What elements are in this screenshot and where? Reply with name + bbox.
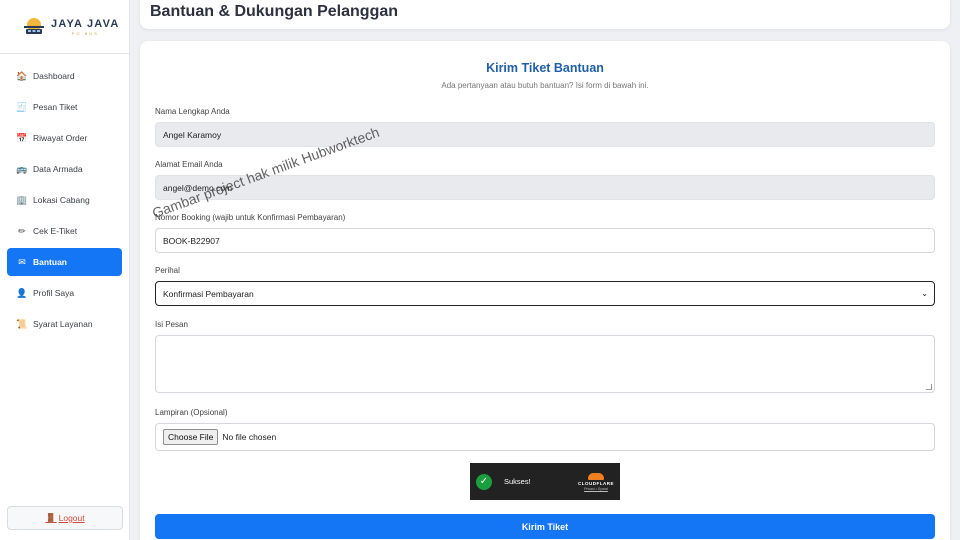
booking-number-input[interactable]: BOOK-B22907 [155,228,935,253]
logout-label: Logout [58,513,85,523]
sidebar-item-riwayat-order[interactable]: 📅 Riwayat Order [7,124,122,152]
calendar-icon: 📅 [16,132,28,143]
sidebar-item-label: Riwayat Order [33,133,88,143]
sidebar-item-data-armada[interactable]: 🚌 Data Armada [7,155,122,183]
file-status: No file chosen [222,432,277,442]
name-field[interactable]: Angel Karamoy [155,122,935,147]
sidebar-item-syarat-layanan[interactable]: 📜 Syarat Layanan [7,310,122,338]
message-label: Isi Pesan [155,320,188,329]
sidebar-item-lokasi-cabang[interactable]: 🏢 Lokasi Cabang [7,186,122,214]
sidebar-item-label: Syarat Layanan [33,319,93,329]
sidebar-item-dashboard[interactable]: 🏠 Dashboard [7,62,122,90]
chevron-down-icon: ⌄ [921,289,928,298]
ticket-icon: 🧾 [16,101,28,112]
email-label: Alamat Email Anda [155,160,223,169]
user-icon: 👤 [16,287,28,298]
sidebar-item-pesan-tiket[interactable]: 🧾 Pesan Tiket [7,93,122,121]
attachment-input[interactable]: Choose File No file chosen [155,423,935,451]
captcha-status: Sukses! [504,477,531,486]
cloudflare-captcha[interactable]: ✓ Sukses! CLOUDFLARE Privasi • Syarat [470,463,620,500]
sidebar-item-cek-e-tiket[interactable]: ✏ Cek E-Tiket [7,217,122,245]
sidebar-item-label: Profil Saya [33,288,75,298]
pen-icon: ✏ [18,225,26,236]
name-label: Nama Lengkap Anda [155,107,230,116]
sidebar-item-label: Dashboard [33,71,75,81]
sidebar: JAYA JAVA PO BUS 🏠 Dashboard 🧾 Pesan Tiket 📅… [0,0,130,540]
logout-button[interactable]: 🚪 Logout [7,506,123,530]
subject-label: Perihal [155,266,180,275]
sidebar-item-label: Pesan Tiket [33,102,78,112]
email-field[interactable]: angel@demo.com [155,175,935,200]
check-icon: ✓ [476,473,492,490]
subject-select[interactable]: Konfirmasi Pembayaran ⌄ [155,281,935,306]
support-form-card: Kirim Tiket Bantuan Ada pertanyaan atau … [140,41,950,540]
cloud-icon [588,472,604,480]
sidebar-item-profil-saya[interactable]: 👤 Profil Saya [7,279,122,307]
brand-logo[interactable]: JAYA JAVA PO BUS [0,0,129,54]
bus-logo-icon [22,16,46,38]
captcha-links[interactable]: Privasi • Syarat [584,487,608,491]
form-title: Kirim Tiket Bantuan [486,61,604,75]
sidebar-item-label: Data Armada [33,164,83,174]
brand-subtitle: PO BUS [71,30,99,36]
cloudflare-logo: CLOUDFLARE Privasi • Syarat [578,472,614,491]
sidebar-item-label: Bantuan [33,257,67,267]
bus-icon: 🚌 [16,163,28,174]
sidebar-item-label: Lokasi Cabang [33,195,90,205]
sidebar-item-label: Cek E-Tiket [33,226,78,236]
building-icon: 🏢 [16,194,28,205]
sidebar-nav: 🏠 Dashboard 🧾 Pesan Tiket 📅 Riwayat Order 🚌 Dat… [0,62,129,338]
scroll-icon: 📜 [16,318,28,329]
cloudflare-brand: CLOUDFLARE [578,480,614,486]
subject-selected-value: Konfirmasi Pembayaran [163,288,254,299]
attachment-label: Lampiran (Opsional) [155,408,228,417]
home-icon: 🏠 [16,70,28,81]
logout-icon: 🚪 [45,512,57,523]
booking-label: Nomor Booking (wajib untuk Konfirmasi Pe… [155,213,346,222]
choose-file-button[interactable]: Choose File [163,429,219,445]
page-title: Bantuan & Dukungan Pelanggan [150,3,399,20]
sidebar-item-bantuan[interactable]: ✉ Bantuan [7,248,122,276]
form-subtitle: Ada pertanyaan atau butuh bantuan? Isi f… [441,81,649,90]
resize-handle-icon[interactable] [926,384,932,390]
page-header: Bantuan & Dukungan Pelanggan [140,0,950,29]
brand-title: JAYA JAVA [51,17,120,30]
mail-icon: ✉ [18,256,26,267]
submit-ticket-button[interactable]: Kirim Tiket [155,514,935,539]
message-textarea[interactable] [155,335,935,393]
